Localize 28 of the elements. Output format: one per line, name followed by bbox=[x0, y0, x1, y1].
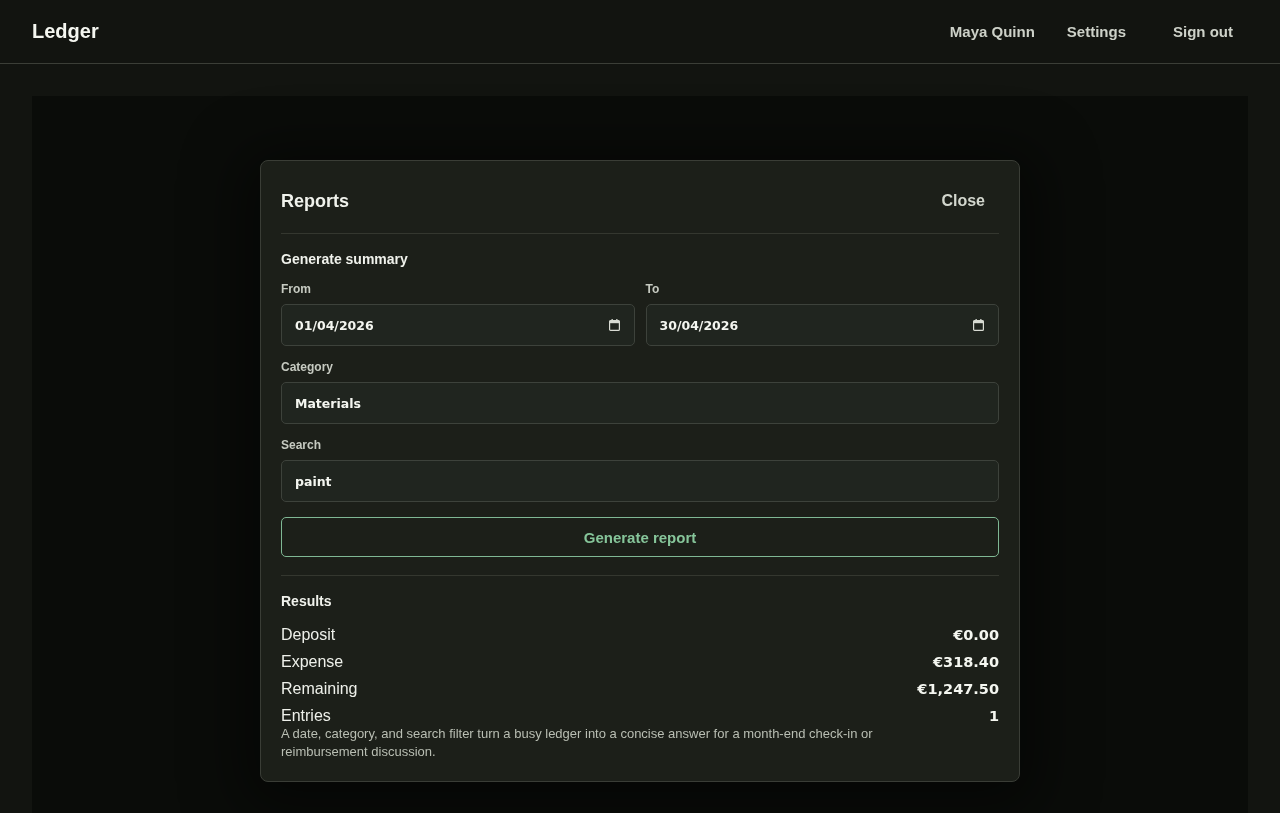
result-value: €0.00 bbox=[953, 626, 999, 644]
generate-report-button[interactable]: Generate report bbox=[281, 517, 999, 557]
user-name: Maya Quinn bbox=[949, 23, 1035, 40]
close-button[interactable]: Close bbox=[927, 181, 999, 221]
input-field[interactable]: paint bbox=[281, 460, 999, 502]
result-value: €1,247.50 bbox=[917, 680, 999, 698]
result-label: Entries bbox=[281, 707, 331, 725]
result-label: Deposit bbox=[281, 626, 336, 644]
date-field[interactable]: 01/04/2026 bbox=[281, 304, 635, 346]
field-label: Category bbox=[281, 360, 334, 375]
field-label: To bbox=[645, 282, 661, 297]
calendar-icon[interactable] bbox=[608, 319, 620, 331]
calendar-icon[interactable] bbox=[973, 319, 984, 331]
field-label: Search bbox=[281, 438, 323, 453]
result-value: €318.40 bbox=[932, 653, 999, 671]
input-field[interactable]: Materials bbox=[281, 382, 999, 424]
settings-link[interactable]: Settings bbox=[1066, 23, 1126, 40]
results-note: A date, category, and search filter turn a busy ledger into a concise answer for a month-end check-in or reimbursement discussion. bbox=[281, 725, 874, 761]
result-label: Remaining bbox=[281, 680, 358, 698]
sign-out-button[interactable]: Sign out bbox=[1158, 15, 1248, 48]
field-label: From bbox=[281, 282, 312, 297]
brand-name: Ledger bbox=[32, 20, 99, 43]
result-label: Expense bbox=[281, 653, 344, 671]
result-value: 1 bbox=[988, 707, 999, 725]
section-heading: Generate summary bbox=[281, 250, 409, 268]
dialog-title: Reports bbox=[281, 190, 349, 212]
date-field[interactable]: 30/04/2026 bbox=[645, 304, 999, 346]
section-heading: Results bbox=[281, 592, 333, 610]
